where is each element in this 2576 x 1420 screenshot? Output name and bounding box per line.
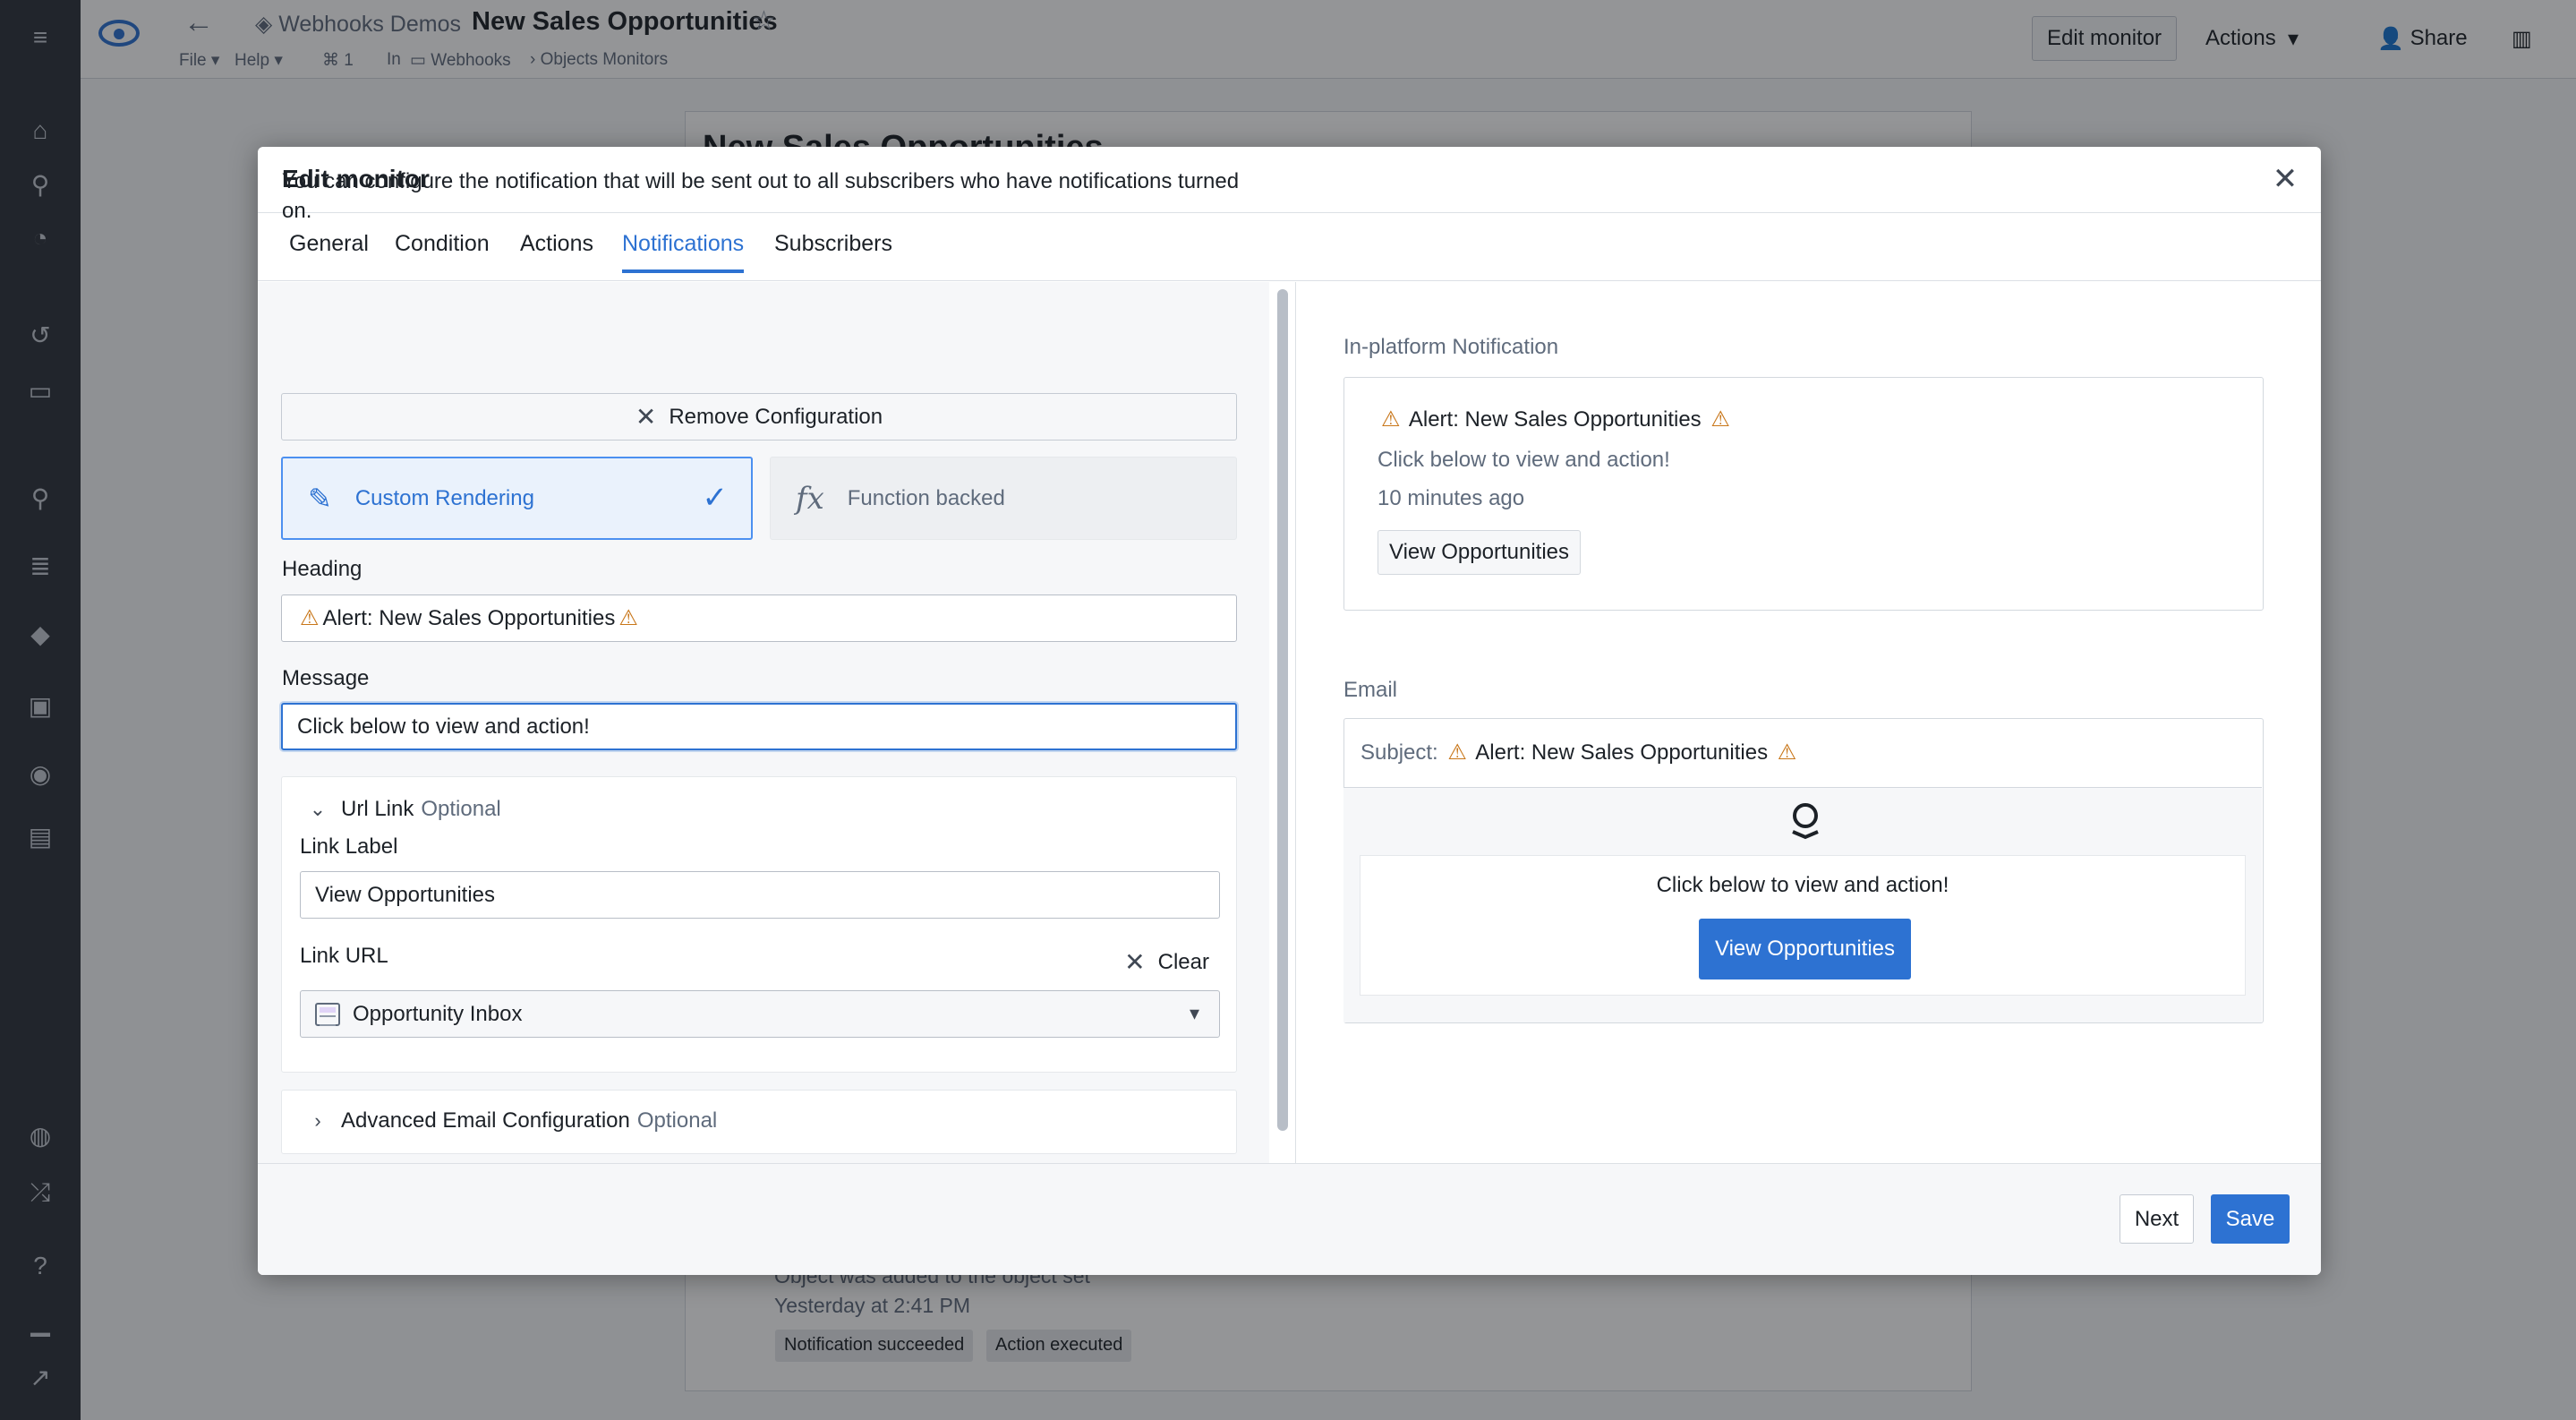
link-url-select[interactable]: Opportunity Inbox ▾ (300, 990, 1220, 1038)
message-input[interactable]: Click below to view and action! (281, 703, 1237, 750)
close-icon: ✕ (1124, 948, 1146, 976)
edit-lines-icon: ✎ (308, 482, 332, 515)
warning-icon: ⚠ (1381, 407, 1401, 432)
scrollbar-track[interactable] (1269, 282, 1296, 1163)
url-link-toggle[interactable]: ⌄ Url Link Optional (309, 797, 501, 822)
email-view-button[interactable]: View Opportunities (1699, 919, 1911, 979)
warning-icon: ⚠ (1777, 740, 1797, 765)
chevron-right-icon: › (314, 1109, 321, 1132)
save-button[interactable]: Save (2211, 1194, 2290, 1244)
heading-label: Heading (282, 557, 363, 581)
heading-input[interactable]: ⚠ Alert: New Sales Opportunities ⚠ (281, 595, 1237, 642)
intro-text: You can configure the notification that … (282, 169, 1240, 223)
preview-message: Click below to view and action! (1378, 448, 1670, 472)
email-message: Click below to view and action! (1656, 873, 1949, 897)
tab-notifications[interactable]: Notifications (622, 231, 745, 273)
scrollbar-thumb[interactable] (1277, 289, 1288, 1131)
advanced-email-section: › Advanced Email Configuration Optional (281, 1090, 1237, 1154)
link-label-label: Link Label (300, 834, 398, 859)
warning-icon: ⚠ (618, 606, 638, 630)
preview-heading: ⚠ Alert: New Sales Opportunities ⚠ (1381, 407, 1730, 432)
object-table-icon (315, 1002, 340, 1026)
warning-icon: ⚠ (1447, 740, 1467, 765)
custom-rendering-option[interactable]: ✎ Custom Rendering ✓ (281, 457, 753, 540)
close-icon: ✕ (635, 403, 657, 431)
email-label: Email (1343, 678, 1398, 702)
tab-actions[interactable]: Actions (520, 231, 593, 269)
function-backed-option[interactable]: fx Function backed (770, 457, 1237, 540)
preview-view-button[interactable]: View Opportunities (1378, 530, 1581, 575)
function-icon: fx (796, 480, 824, 517)
message-label: Message (282, 666, 370, 690)
url-link-section: ⌄ Url Link Optional Link Label View Oppo… (281, 776, 1237, 1073)
tab-condition[interactable]: Condition (395, 231, 490, 269)
remove-configuration-button[interactable]: ✕ Remove Configuration (281, 393, 1237, 441)
caret-down-icon: ▾ (1189, 1002, 1199, 1024)
next-button[interactable]: Next (2120, 1194, 2194, 1244)
clear-button[interactable]: ✕ Clear (1124, 947, 1209, 977)
tab-general[interactable]: General (289, 231, 369, 269)
warning-icon: ⚠ (1710, 407, 1730, 432)
link-label-input[interactable]: View Opportunities (300, 871, 1220, 919)
edit-monitor-dialog: Edit monitor ✕ General Condition Actions… (258, 147, 2321, 1275)
close-icon[interactable]: ✕ (2267, 161, 2303, 197)
chevron-down-icon: ⌄ (309, 798, 327, 820)
email-subject: Subject: ⚠ Alert: New Sales Opportunitie… (1361, 740, 1797, 765)
in-platform-label: In-platform Notification (1343, 335, 1559, 359)
advanced-email-toggle[interactable]: › Advanced Email Configuration Optional (309, 1108, 717, 1133)
link-url-label: Link URL (300, 944, 388, 968)
checkmark-icon: ✓ (702, 481, 729, 515)
dialog-footer (258, 1163, 2321, 1275)
palantir-logo-icon (1792, 803, 1819, 840)
tab-subscribers[interactable]: Subscribers (774, 231, 892, 269)
preview-time: 10 minutes ago (1378, 486, 1525, 510)
warning-icon: ⚠ (300, 606, 320, 630)
